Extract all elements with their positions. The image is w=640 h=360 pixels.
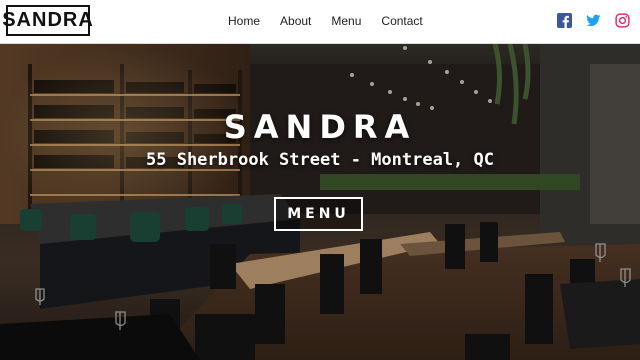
- menu-button[interactable]: MENU: [274, 197, 363, 231]
- nav-link-home[interactable]: Home: [228, 14, 260, 28]
- facebook-icon[interactable]: [557, 13, 572, 28]
- twitter-icon[interactable]: [586, 13, 601, 28]
- hero-address: 55 Sherbrook Street - Montreal, QC: [146, 150, 494, 170]
- instagram-icon[interactable]: [615, 13, 630, 28]
- main-nav: Home About Menu Contact: [228, 14, 443, 28]
- nav-link-contact[interactable]: Contact: [381, 14, 422, 28]
- nav-link-about[interactable]: About: [280, 14, 311, 28]
- social-links: [557, 13, 630, 28]
- site-logo[interactable]: SANDRA: [2, 5, 93, 36]
- top-navbar: SANDRA Home About Menu Contact: [0, 0, 640, 44]
- nav-link-menu[interactable]: Menu: [331, 14, 361, 28]
- hero-section: SANDRA 55 Sherbrook Street - Montreal, Q…: [0, 44, 640, 360]
- hero-title: SANDRA: [223, 108, 417, 146]
